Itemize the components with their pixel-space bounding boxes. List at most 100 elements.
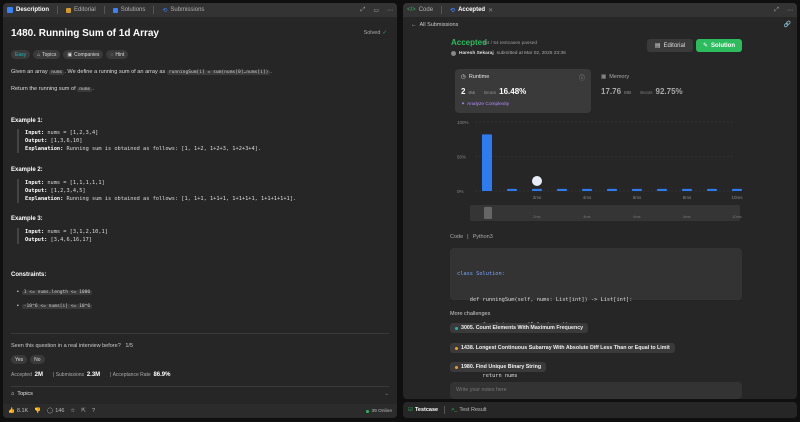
avatar (451, 51, 456, 56)
tab-testcase[interactable]: ☑ Testcase (408, 407, 438, 413)
constraint-item: • 1 <= nums.length <= 1000 (17, 289, 93, 295)
expand-icon[interactable]: ⤢ (361, 7, 366, 14)
runtime-card[interactable]: ◷ Runtime ⓘ 2 ms Beats 16.48% ✦ Analyze Co… (455, 69, 591, 113)
interview-buttons: Yes No (11, 355, 45, 364)
chart-bar[interactable] (532, 188, 542, 191)
y-tick-label: 50% (457, 155, 466, 160)
tab-accepted[interactable]: ⟲ Accepted ✕ (450, 7, 493, 14)
interview-question: Seen this question in a real interview b… (11, 343, 134, 349)
tab-solutions[interactable]: Solutions (112, 7, 145, 13)
chart-bar[interactable] (657, 188, 667, 191)
code-line: return nums (457, 373, 518, 379)
x-tick-label: 6ms (633, 195, 642, 200)
my-submission-marker[interactable] (532, 176, 542, 186)
arrow-left-icon: ← (411, 22, 417, 28)
x-tick-label: 4ms (583, 195, 592, 200)
example-3-heading: Example 3: (11, 216, 43, 222)
memory-beats: 92.75% (655, 87, 683, 96)
divider (11, 386, 389, 387)
help-icon[interactable]: ? (92, 408, 95, 414)
notes-input[interactable]: Write your notes here (450, 382, 742, 399)
topics-tag[interactable]: ⌂ Topics (33, 50, 61, 59)
description-text: Given an array nums. We define a running… (11, 69, 272, 75)
challenge-item[interactable]: 1980. Find Unique Binary String (450, 362, 547, 372)
console-bar: ☑ Testcase >_ Test Result (403, 402, 797, 418)
star-icon[interactable]: ☆ (70, 408, 75, 414)
like-button[interactable]: 👍 8.1K (8, 408, 28, 414)
solved-status: Solved ✓ (363, 30, 387, 36)
no-button[interactable]: No (30, 355, 45, 364)
stats-row: Accepted 2M | Submissions 2.3M | Accepta… (11, 372, 171, 378)
flask-icon (112, 7, 118, 13)
left-footer: 👍 8.1K 👎 ◯ 146 ☆ ⇱ ? 39 Online (3, 404, 397, 418)
analyze-complexity-link[interactable]: ✦ Analyze Complexity (461, 102, 509, 107)
y-tick-label: 0% (457, 189, 464, 194)
chart-bar[interactable] (682, 188, 692, 191)
code-line: def runningSum(self, nums: List[int]) ->… (457, 296, 633, 303)
page-title: 1480. Running Sum of 1d Array (11, 28, 159, 39)
chart-bar[interactable] (507, 188, 517, 191)
range-slider-handle[interactable] (484, 207, 492, 219)
link-icon[interactable]: 🔗 (784, 21, 791, 28)
x-tick-label: 2ms (533, 195, 542, 200)
tag-icon: ⌂ (37, 51, 41, 58)
tab-submissions[interactable]: ⟲ Submissions (162, 7, 204, 14)
topics-accordion[interactable]: ⌂ Topics ⌄ (11, 391, 389, 397)
back-link[interactable]: ← All Submissions (411, 22, 458, 28)
difficulty-badge: Easy (11, 50, 31, 59)
yes-button[interactable]: Yes (11, 355, 28, 364)
bulb-icon: ◌ (110, 51, 114, 58)
history-icon: ⟲ (162, 7, 168, 14)
description-icon (7, 7, 13, 13)
checkbox-icon: ☑ (408, 407, 413, 413)
dislike-icon[interactable]: 👎 (34, 408, 41, 414)
close-icon[interactable]: ✕ (488, 7, 493, 14)
chart-bar[interactable] (582, 188, 592, 191)
code-line: class Solution: (457, 271, 505, 277)
challenge-item[interactable]: 1438. Longest Continuous Subarray With A… (450, 343, 675, 353)
chart-bar[interactable] (557, 188, 567, 191)
tag-row: Easy ⌂ Topics ▣ Companies ◌ Hint (11, 50, 129, 59)
code-icon: </> (407, 7, 416, 13)
chart-bar[interactable] (732, 188, 742, 191)
online-count: 39 Online (366, 409, 392, 414)
chart-bar[interactable] (632, 188, 642, 191)
info-icon[interactable]: ⓘ (579, 73, 585, 82)
example-2-heading: Example 2: (11, 167, 43, 173)
challenge-item[interactable]: 3005. Count Elements With Maximum Freque… (450, 323, 589, 333)
comments-button[interactable]: ◯ 146 (47, 408, 64, 414)
tab-description[interactable]: Description (7, 7, 49, 13)
tab-editorial[interactable]: Editorial (66, 7, 96, 13)
more-icon[interactable]: ⋯ (387, 7, 393, 14)
memory-card[interactable]: ▦ Memory 17.76 MB Beats 92.75% (595, 69, 731, 113)
chart-bar[interactable] (607, 188, 617, 191)
divider (11, 333, 389, 334)
history-icon: ⟲ (450, 7, 456, 14)
share-icon[interactable]: ⇱ (81, 408, 86, 414)
chart-bar[interactable] (482, 134, 492, 191)
solution-button[interactable]: ✎ Solution (696, 39, 742, 52)
description-panel: Description Editorial Solutions ⟲ Submiss… (3, 3, 397, 418)
close-panel-icon[interactable]: ▭ (373, 7, 379, 14)
code-header: Code | Python3 (450, 234, 493, 240)
tab-test-result[interactable]: >_ Test Result (451, 407, 487, 413)
slider-tick-label: 8ms (683, 215, 690, 219)
companies-tag[interactable]: ▣ Companies (63, 50, 104, 59)
thumb-up-icon: 👍 (8, 408, 15, 414)
code-block: class Solution: def runningSum(self, num… (450, 248, 742, 379)
slider-tick-label: 6ms (633, 215, 640, 219)
runtime-beats: 16.48% (499, 87, 527, 96)
hint-tag[interactable]: ◌ Hint (106, 50, 129, 59)
range-slider[interactable] (470, 205, 740, 221)
runtime-distribution-chart[interactable]: 100% 50% 0% 2ms 4ms 6ms 8ms 10ms 2ms 4ms 6ms 8ms 10m… (455, 116, 745, 228)
slider-tick-label: 10ms (732, 215, 741, 219)
tag-icon: ⌂ (11, 391, 15, 397)
chart-bar[interactable] (707, 188, 717, 191)
submission-panel: </> Code ⟲ Accepted ✕ ⤢ ⋯ ← All Submissions … (403, 3, 797, 399)
y-tick-label: 100% (457, 120, 469, 125)
editorial-button[interactable]: ▤ Editorial (647, 39, 693, 52)
example-1-block: Input: nums = [1,2,3,4] Output: [1,3,6,1… (17, 129, 261, 153)
expand-icon[interactable]: ⤢ (774, 7, 779, 14)
tab-code[interactable]: </> Code (407, 7, 433, 13)
more-icon[interactable]: ⋯ (787, 7, 793, 14)
